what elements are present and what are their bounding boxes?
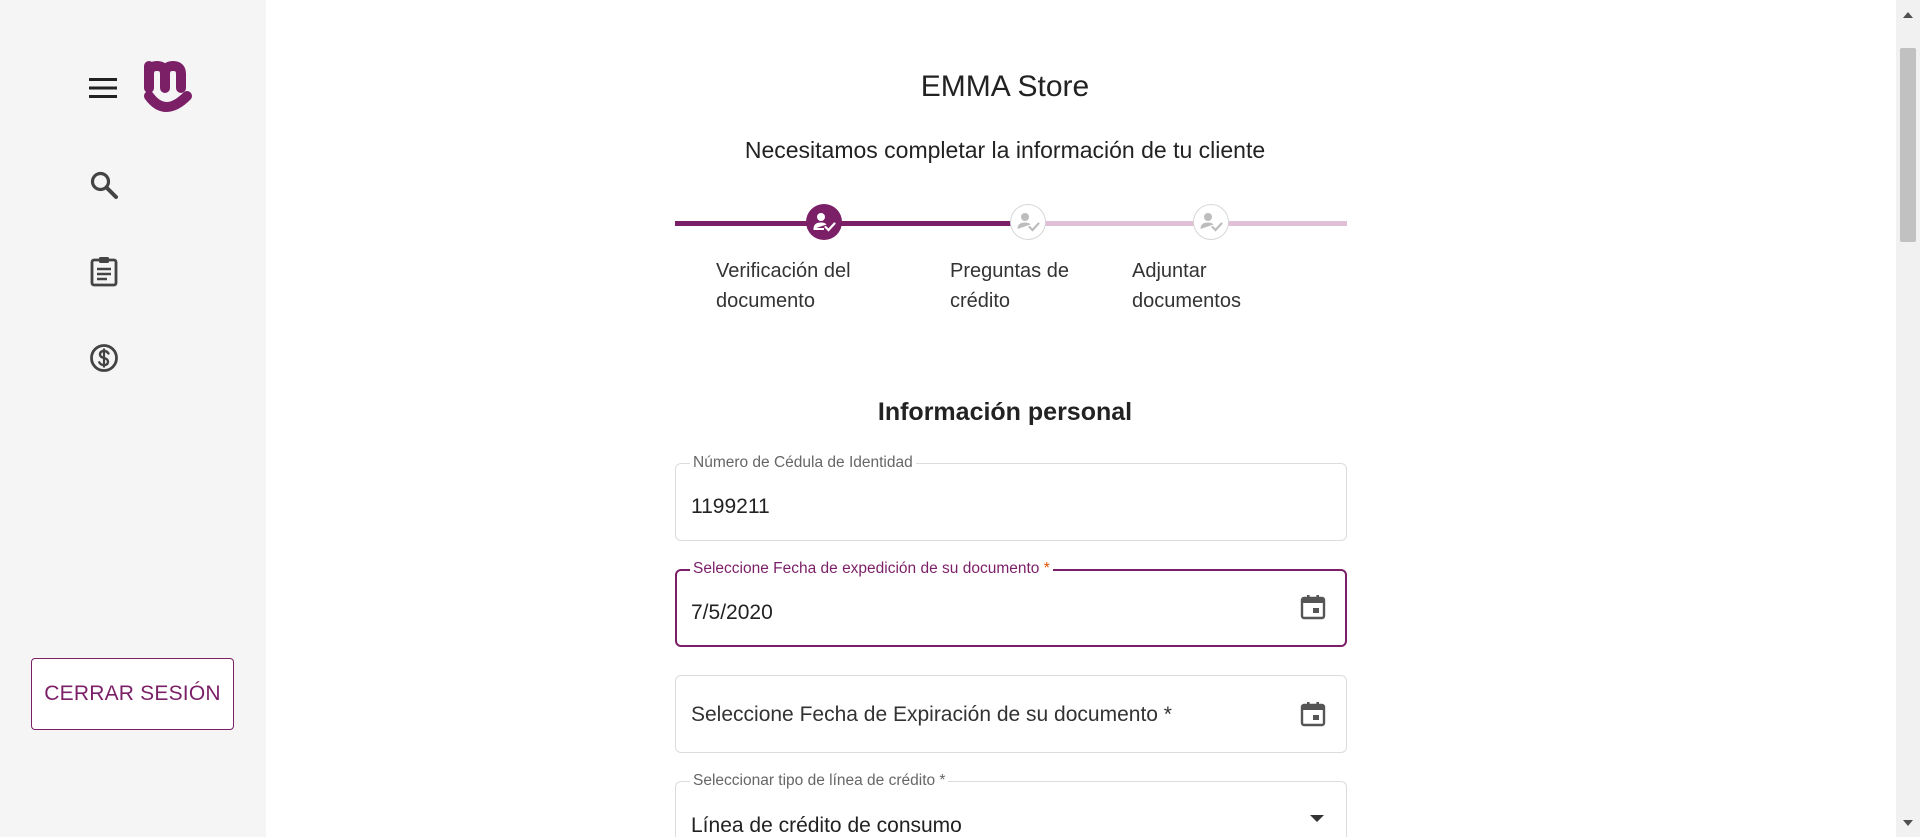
cedula-field[interactable]: Número de Cédula de Identidad 1199211 <box>675 454 1347 541</box>
stepper-track-pending <box>1022 221 1347 226</box>
issue-date-input[interactable]: 7/5/2020 <box>691 601 773 625</box>
logout-button[interactable]: CERRAR SESIÓN <box>31 658 234 730</box>
stepper-track-completed <box>675 221 1022 226</box>
step-1-label[interactable]: Verificación del documento <box>716 256 851 316</box>
step-2-label-line1: Preguntas de <box>950 260 1069 282</box>
cedula-label: Número de Cédula de Identidad <box>690 454 916 472</box>
sidebar: CERRAR SESIÓN <box>0 0 266 837</box>
issue-date-label-text: Seleccione Fecha de expedición de su doc… <box>693 560 1040 577</box>
step-1-label-line2: documento <box>716 290 815 312</box>
search-icon[interactable] <box>89 170 119 200</box>
step-1-label-line1: Verificación del <box>716 260 851 282</box>
dropdown-arrow-icon[interactable] <box>1310 815 1324 822</box>
main-content: EMMA Store Necesitamos completar la info… <box>266 0 1896 837</box>
credit-line-label: Seleccionar tipo de línea de crédito * <box>690 772 949 790</box>
step-2-indicator[interactable] <box>1010 204 1046 240</box>
page-subtitle: Necesitamos completar la información de … <box>744 137 1266 163</box>
scrollbar[interactable] <box>1896 0 1920 837</box>
step-2-label-line2: crédito <box>950 290 1011 312</box>
menu-icon[interactable] <box>88 77 118 99</box>
step-2-label[interactable]: Preguntas de crédito <box>950 256 1069 316</box>
user-check-icon <box>813 213 836 232</box>
issue-date-field[interactable]: Seleccione Fecha de expedición de su doc… <box>675 560 1347 647</box>
calendar-icon[interactable] <box>1299 593 1327 621</box>
section-title: Información personal <box>877 398 1133 426</box>
expiry-date-input[interactable]: Seleccione Fecha de Expiración de su doc… <box>691 703 1172 727</box>
expiry-date-field[interactable]: Seleccione Fecha de Expiración de su doc… <box>675 675 1347 753</box>
page-title: EMMA Store <box>920 70 1090 103</box>
credit-line-select[interactable]: Seleccionar tipo de línea de crédito * L… <box>675 772 1347 838</box>
step-3-label-line1: Adjuntar <box>1132 260 1207 282</box>
user-check-icon <box>1017 213 1040 232</box>
step-3-indicator[interactable] <box>1193 204 1229 240</box>
scroll-down-arrow-icon[interactable] <box>1903 820 1913 826</box>
cedula-input[interactable]: 1199211 <box>691 495 770 519</box>
step-3-label[interactable]: Adjuntar documentos <box>1132 256 1241 316</box>
issue-date-label: Seleccione Fecha de expedición de su doc… <box>690 560 1053 578</box>
scrollbar-thumb[interactable] <box>1900 48 1916 242</box>
step-3-label-line2: documentos <box>1132 290 1241 312</box>
clipboard-icon[interactable] <box>89 255 119 287</box>
progress-stepper: Verificación del documento Preguntas de … <box>675 200 1347 320</box>
calendar-icon[interactable] <box>1299 700 1327 728</box>
credit-line-value[interactable]: Línea de crédito de consumo <box>691 814 962 838</box>
logo-icon[interactable] <box>143 60 199 120</box>
step-1-indicator[interactable] <box>806 204 842 240</box>
dollar-icon[interactable] <box>89 343 119 373</box>
required-asterisk: * <box>1043 560 1050 577</box>
scroll-up-arrow-icon[interactable] <box>1903 12 1913 18</box>
user-check-icon <box>1200 213 1223 232</box>
